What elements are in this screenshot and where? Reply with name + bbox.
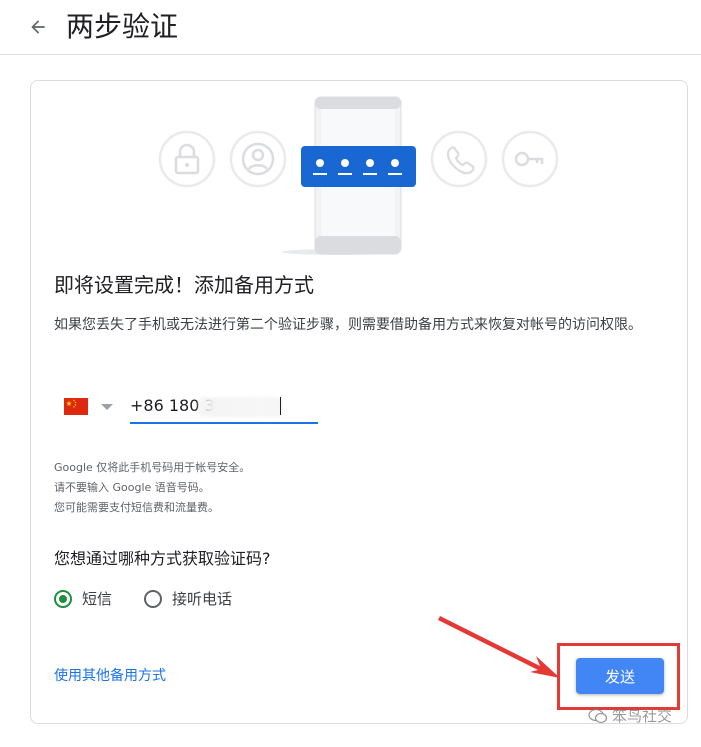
radio-checked-icon [54, 589, 72, 608]
person-icon [229, 130, 287, 188]
redacted-number-overlay [198, 397, 282, 417]
radio-label: 短信 [82, 590, 113, 608]
other-backup-method-link[interactable]: 使用其他备用方式 [54, 665, 166, 685]
setup-description: 如果您丢失了手机或无法进行第二个验证步骤，则需要借助备用方式来恢复对帐号的访问权… [54, 317, 642, 333]
chevron-down-icon [101, 404, 113, 410]
radio-sms[interactable]: 短信 [54, 588, 112, 609]
note-line: Google 仅将此手机号码用于帐号安全。 [54, 461, 251, 474]
phone-number-input[interactable]: +86 180 3 [130, 394, 318, 424]
method-question: 您想通过哪种方式获取验证码? [54, 549, 271, 568]
radio-unchecked-icon [144, 589, 162, 608]
annotation-highlight-box [557, 643, 680, 710]
watermark-text: 笨鸟社交 [612, 707, 673, 725]
key-icon [501, 130, 559, 188]
text-caret [280, 397, 281, 415]
phone-notes: Google 仅将此手机号码用于帐号安全。 请不要输入 Google 语音号码。… [54, 458, 250, 518]
radio-voice-call[interactable]: 接听电话 [144, 588, 232, 609]
watermark: 笨鸟社交 [588, 705, 672, 726]
setup-heading: 即将设置完成！添加备用方式 [54, 273, 314, 297]
radio-label: 接听电话 [172, 590, 233, 608]
note-line: 请不要输入 Google 语音号码。 [54, 481, 210, 494]
wechat-icon [588, 708, 608, 723]
two-step-illustration [158, 96, 559, 255]
country-code-select[interactable] [64, 396, 116, 420]
lock-icon [158, 130, 216, 188]
phone-icon [430, 130, 488, 188]
china-flag-icon [64, 398, 88, 415]
note-line: 您可能需要支付短信费和流量费。 [54, 501, 219, 514]
password-dots-icon [301, 146, 416, 187]
